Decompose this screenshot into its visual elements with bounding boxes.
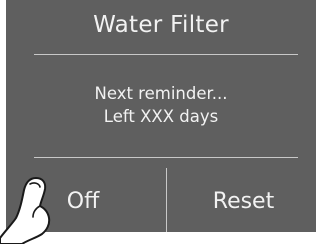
pointing-hand-icon <box>0 177 51 244</box>
reset-button-label: Reset <box>212 188 275 214</box>
dialog-title: Water Filter <box>93 12 229 38</box>
reminder-line-2: Left XXX days <box>103 107 219 126</box>
reminder-message: Next reminder... Left XXX days <box>6 82 316 128</box>
reset-button[interactable]: Reset <box>167 170 316 232</box>
reminder-line-1: Next reminder... <box>94 84 228 103</box>
button-divider <box>34 157 298 158</box>
title-divider <box>34 54 298 55</box>
